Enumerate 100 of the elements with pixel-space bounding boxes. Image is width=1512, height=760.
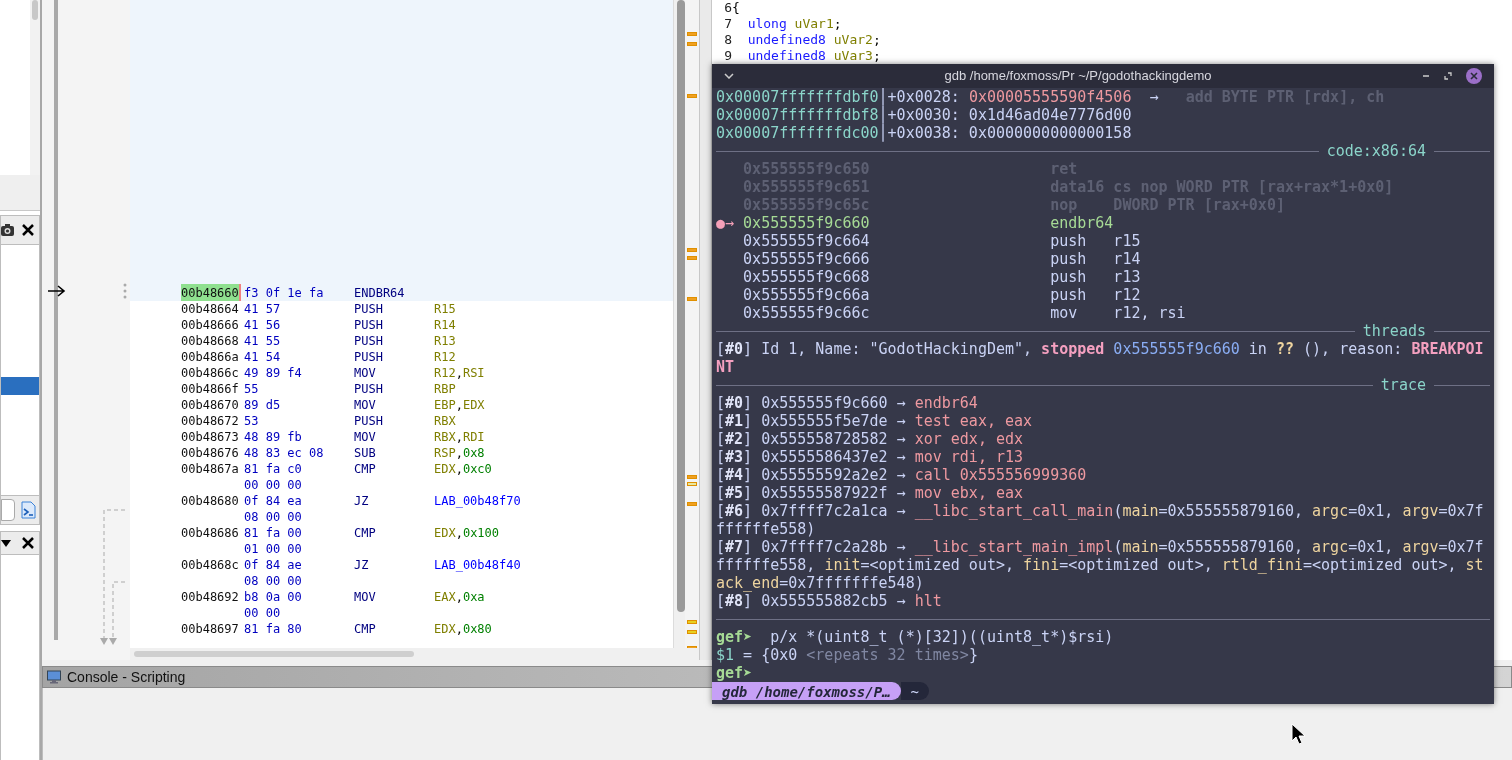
- chevron-down-icon[interactable]: [724, 73, 734, 79]
- code-line: undefined8 uVar3;: [747, 47, 881, 66]
- mnemonic: MOV: [354, 589, 377, 606]
- operand: EDX,0x100: [434, 525, 500, 542]
- terminal-line: [#1] 0x555555f5e7de → test eax, eax: [716, 412, 1034, 430]
- close-icon[interactable]: [21, 536, 35, 550]
- window-title: gdb /home/foxmoss/Pr ~/P/godothackingdemo: [943, 67, 1213, 86]
- mnemonic: ENDBR64: [354, 285, 406, 302]
- mnemonic: PUSH: [354, 413, 384, 430]
- scrollbar[interactable]: [30, 0, 40, 175]
- bookmark-marker[interactable]: [687, 475, 697, 479]
- section-title: trace: [1379, 376, 1427, 394]
- instruction-bytes: 48 83 ec 08: [244, 445, 325, 462]
- section-title: threads: [1361, 322, 1427, 340]
- instruction-bytes: 00 00: [244, 605, 281, 622]
- operand: RBP: [434, 381, 456, 398]
- bookmark-marker[interactable]: [687, 502, 697, 506]
- mnemonic: CMP: [354, 525, 377, 542]
- operand: R12: [434, 349, 456, 366]
- address: 00b48666: [181, 317, 240, 334]
- address: 00b4868c: [181, 557, 240, 574]
- line-number: 8: [723, 31, 732, 50]
- address: 00b48668: [181, 333, 240, 350]
- line-number: 7: [723, 15, 732, 34]
- operand: RBX,RDI: [434, 429, 485, 446]
- address: 00b48680: [181, 493, 240, 510]
- mnemonic: PUSH: [354, 349, 384, 366]
- terminal-line: 0x00007fffffffdbf8│+0x0030: 0x1d46ad04e7776d00: [716, 106, 1133, 124]
- mnemonic: PUSH: [354, 301, 384, 318]
- operand: LAB_00b48f70: [434, 493, 521, 510]
- mnemonic: SUB: [354, 445, 377, 462]
- operand: RSP,0x8: [434, 445, 485, 462]
- line-number: 6: [723, 0, 732, 18]
- selected-list-item[interactable]: [1, 377, 39, 395]
- instruction-bytes: 41 56: [244, 317, 282, 334]
- address: 00b48673: [181, 429, 240, 446]
- minimize-icon[interactable]: [1422, 72, 1430, 80]
- mnemonic: PUSH: [354, 317, 384, 334]
- terminal-tab[interactable]: gdb /home/foxmoss/P…: [712, 682, 901, 700]
- instruction-bytes: 48 89 fb: [244, 429, 303, 446]
- input-field[interactable]: [1, 499, 15, 521]
- mnemonic: CMP: [354, 621, 377, 638]
- bookmark-marker[interactable]: [687, 297, 697, 301]
- operand: R12,RSI: [434, 365, 485, 382]
- address: 00b4866a: [181, 349, 240, 366]
- terminal-line: 0x00007fffffffdc00│+0x0038: 0x0000000000000158: [716, 124, 1133, 142]
- instruction-bytes: f3 0f 1e fa: [244, 285, 325, 302]
- instruction-bytes: 53: [244, 413, 260, 430]
- close-icon[interactable]: [21, 223, 35, 237]
- instruction-bytes: 08 00 00: [244, 573, 302, 590]
- restore-icon[interactable]: [1444, 72, 1452, 80]
- instruction-bytes: 49 89 f4: [244, 365, 303, 382]
- terminal-line: $1 = {0x0 <repeats 32 times>}: [716, 646, 979, 664]
- address: 00b4867a: [181, 461, 240, 478]
- address: 00b48672: [181, 413, 240, 430]
- terminal-line: ●→ 0x555555f9c660 endbr64: [716, 214, 1115, 232]
- bookmark-marker[interactable]: [687, 32, 697, 36]
- bookmark-marker[interactable]: [687, 630, 697, 634]
- bookmark-marker[interactable]: [687, 482, 697, 486]
- terminal-line: [#7] 0x7ffff7c2a28b → __libc_start_main_impl(main=0x555555879160, argc=0x1, argv=0x7fffffffe558, init=<optimized out>, fini=<optimized out>, rtld_fini=<optimized out>, stack_end=0x7fffffffe548): [716, 538, 1485, 592]
- mnemonic: MOV: [354, 429, 377, 446]
- mnemonic: PUSH: [354, 381, 384, 398]
- panel-title: Console - Scripting: [67, 667, 186, 687]
- bookmark-marker[interactable]: [687, 620, 697, 624]
- operand: LAB_00b48f40: [434, 557, 521, 574]
- address: 00b48697: [181, 621, 240, 638]
- terminal-line: 0x555555f9c666 push r14: [742, 250, 1142, 268]
- bookmark-marker[interactable]: [687, 256, 697, 260]
- terminal-line: gef➤: [716, 664, 754, 682]
- operand: RBX: [434, 413, 456, 430]
- scrollbar-thumb[interactable]: [134, 651, 414, 657]
- instruction-bytes: 0f 84 ea: [244, 493, 303, 510]
- operand: R13: [434, 333, 456, 350]
- operand: EAX,0xa: [434, 589, 485, 606]
- terminal-tab[interactable]: ~: [900, 682, 929, 700]
- address: 00b48686: [181, 525, 240, 542]
- scrollbar-thumb[interactable]: [677, 0, 685, 612]
- camera-icon[interactable]: [1, 223, 15, 237]
- script-icon[interactable]: [19, 501, 37, 519]
- instruction-bytes: 0f 84 ae: [244, 557, 303, 574]
- terminal-line: [#6] 0x7ffff7c2a1ca → __libc_start_call_main(main=0x555555879160, argc=0x1, argv=0x7fffffffe558): [716, 502, 1485, 538]
- mouse-pointer-icon: [1291, 723, 1307, 745]
- splitter[interactable]: [700, 0, 712, 660]
- drag-handle-icon[interactable]: [123, 283, 127, 299]
- instruction-bytes: 81 fa c0: [244, 461, 303, 478]
- bookmark-marker[interactable]: [687, 248, 697, 252]
- instruction-bytes: 81 fa 00: [244, 525, 303, 542]
- instruction-bytes: 89 d5: [244, 397, 282, 414]
- terminal-line: 0x555555f9c664 push r15: [742, 232, 1142, 250]
- listing-row[interactable]: 00b48660 f3 0f 1e fa ENDBR64: [130, 285, 673, 301]
- operand: R14: [434, 317, 456, 334]
- terminal-line: 0x555555f9c668 push r13: [742, 268, 1142, 286]
- instruction-bytes: b8 0a 00: [244, 589, 303, 606]
- bookmark-marker[interactable]: [687, 42, 697, 46]
- bookmark-marker[interactable]: [687, 94, 697, 98]
- instruction-bytes: 00 00 00: [244, 477, 302, 494]
- caret-icon[interactable]: [1, 539, 11, 547]
- mnemonic: JZ: [354, 493, 370, 510]
- operand: EBP,EDX: [434, 397, 485, 414]
- instruction-bytes: 41 57: [244, 301, 282, 318]
